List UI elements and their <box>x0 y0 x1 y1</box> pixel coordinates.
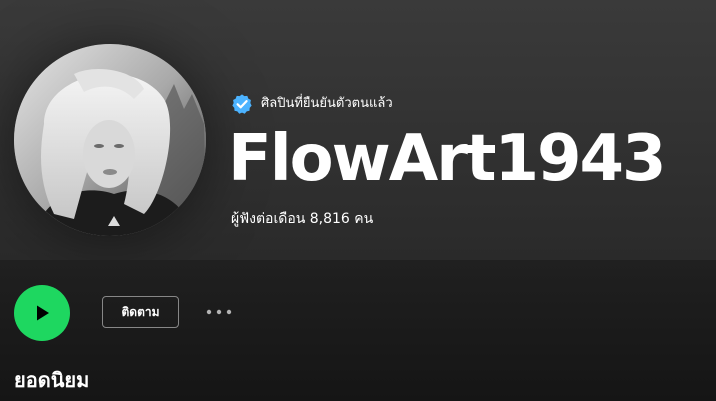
artist-name: FlowArt1943 <box>228 122 667 196</box>
artist-avatar <box>14 44 206 236</box>
play-icon <box>37 305 49 321</box>
follow-button[interactable]: ติดตาม <box>102 296 179 328</box>
verified-label: ศิลปินที่ยืนยันตัวตนแล้ว <box>261 96 393 111</box>
more-horizontal-icon <box>206 309 232 315</box>
verified-row: ศิลปินที่ยืนยันตัวตนแล้ว <box>231 93 393 115</box>
more-options-button[interactable] <box>201 300 237 324</box>
verified-badge-icon <box>231 93 253 115</box>
popular-section-title: ยอดนิยม <box>14 368 90 392</box>
action-bar <box>0 260 716 401</box>
play-button[interactable] <box>14 285 70 341</box>
artist-header: ศิลปินที่ยืนยันตัวตนแล้ว FlowArt1943 ผู้… <box>0 0 716 260</box>
monthly-listeners: ผู้ฟังต่อเดือน 8,816 คน <box>231 211 374 227</box>
